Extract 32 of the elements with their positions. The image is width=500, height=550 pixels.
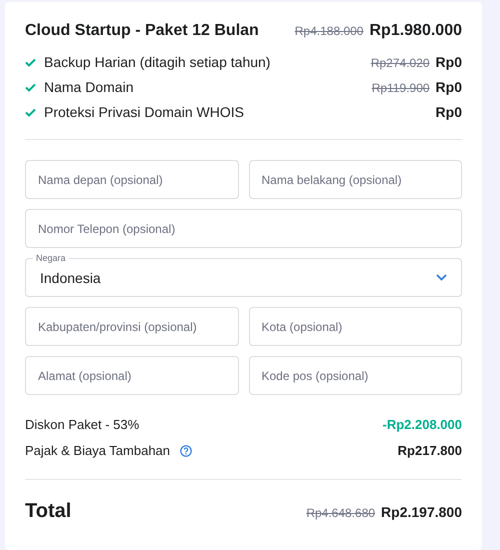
feature-label: Backup Harian (ditagih setiap tahun)	[44, 54, 270, 70]
input-field[interactable]: Kabupaten/provinsi (opsional)	[25, 307, 238, 346]
summary-label: Pajak & Biaya Tambahan	[25, 443, 170, 458]
summary-value: Rp217.800	[398, 443, 462, 458]
input-field[interactable]: Kota (opsional)	[248, 307, 462, 346]
price: Rp0	[436, 104, 462, 120]
old-price: Rp4.648.680	[306, 506, 376, 520]
old-price: Rp274.020	[370, 56, 430, 70]
feature-label: Proteksi Privasi Domain WHOIS	[44, 104, 244, 120]
check-icon	[25, 58, 36, 66]
field-label: Negara	[33, 253, 69, 263]
input-field[interactable]: Nama belakang (opsional)	[248, 160, 462, 199]
price: Rp1.980.000	[369, 22, 462, 40]
help-icon[interactable]	[180, 444, 192, 456]
input-field[interactable]: Kode pos (opsional)	[248, 356, 462, 395]
chevron-down-icon	[436, 274, 447, 281]
feature-label: Nama Domain	[44, 79, 134, 95]
check-icon	[25, 108, 36, 116]
old-price: Rp4.188.000	[294, 24, 364, 38]
check-icon	[25, 82, 36, 92]
input-field[interactable]: Nama depan (opsional)	[25, 160, 238, 199]
price: Rp0	[436, 54, 462, 70]
old-price: Rp119.900	[372, 81, 430, 95]
summary-label: Diskon Paket - 53%	[25, 417, 140, 432]
input-field[interactable]: Nomor Telepon (opsional)	[25, 209, 462, 248]
total-price: Rp2.197.800	[381, 504, 462, 520]
plan-title: Cloud Startup - Paket 12 Bulan	[25, 22, 259, 40]
price: Rp0	[436, 79, 462, 95]
select-value: Indonesia	[40, 270, 101, 286]
input-field[interactable]: Alamat (opsional)	[25, 356, 238, 395]
total-label: Total	[25, 500, 72, 523]
summary-value: -Rp2.208.000	[382, 417, 462, 432]
